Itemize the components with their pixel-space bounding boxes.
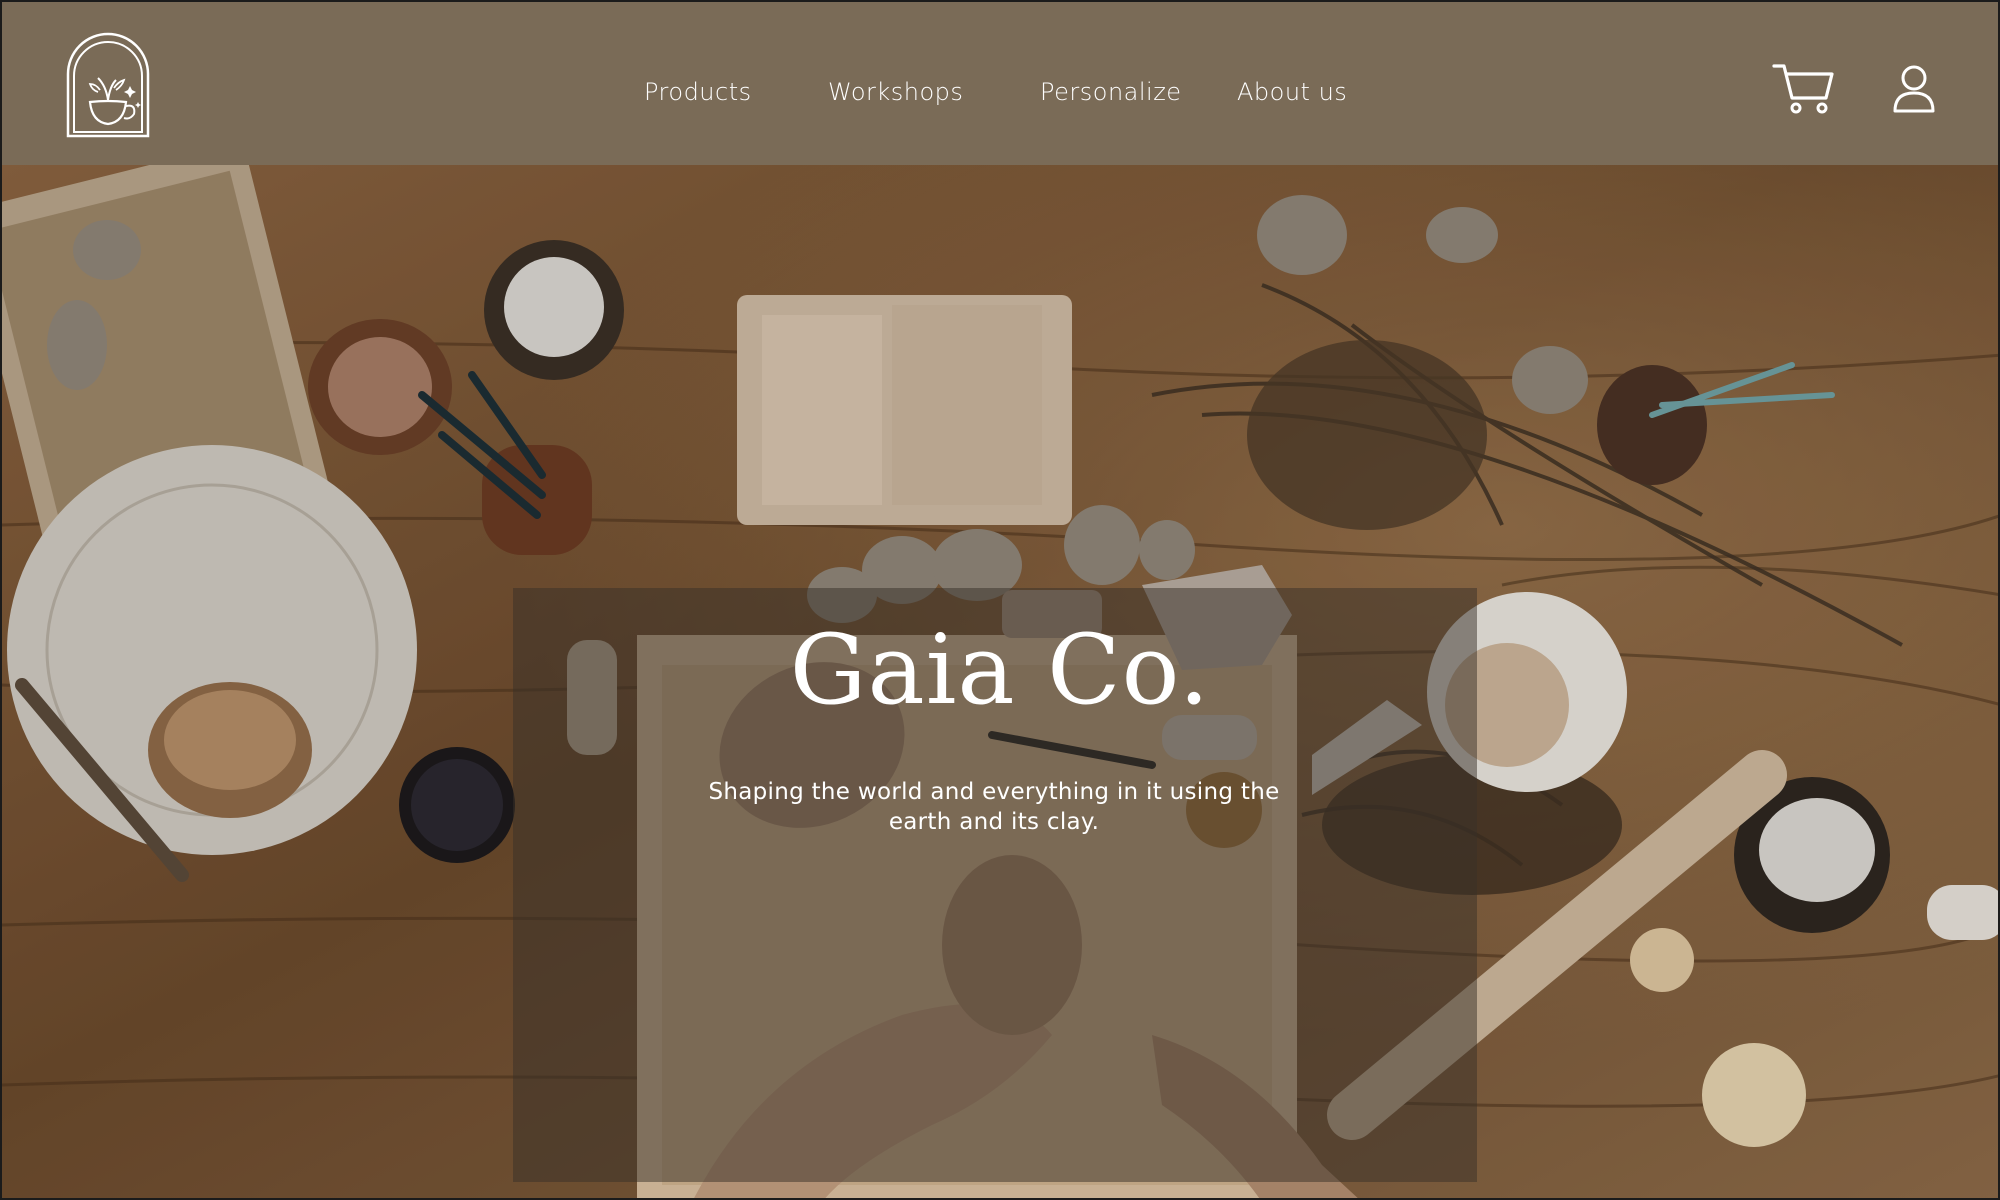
nav-workshops[interactable]: Workshops [828, 75, 963, 109]
user-icon[interactable] [1892, 64, 1936, 114]
nav-personalize[interactable]: Personalize [1040, 75, 1182, 109]
site-header: Products Workshops Personalize About us [2, 2, 1998, 165]
teapot-arch-logo-icon[interactable] [64, 30, 152, 138]
hero-subtitle: Shaping the world and everything in it u… [708, 779, 1280, 835]
cart-icon[interactable] [1772, 60, 1836, 116]
hero-title: Gaia Co. [789, 614, 1211, 726]
nav-products[interactable]: Products [644, 75, 752, 109]
page: Products Workshops Personalize About us [0, 0, 2000, 1200]
nav-about-us[interactable]: About us [1237, 75, 1347, 109]
